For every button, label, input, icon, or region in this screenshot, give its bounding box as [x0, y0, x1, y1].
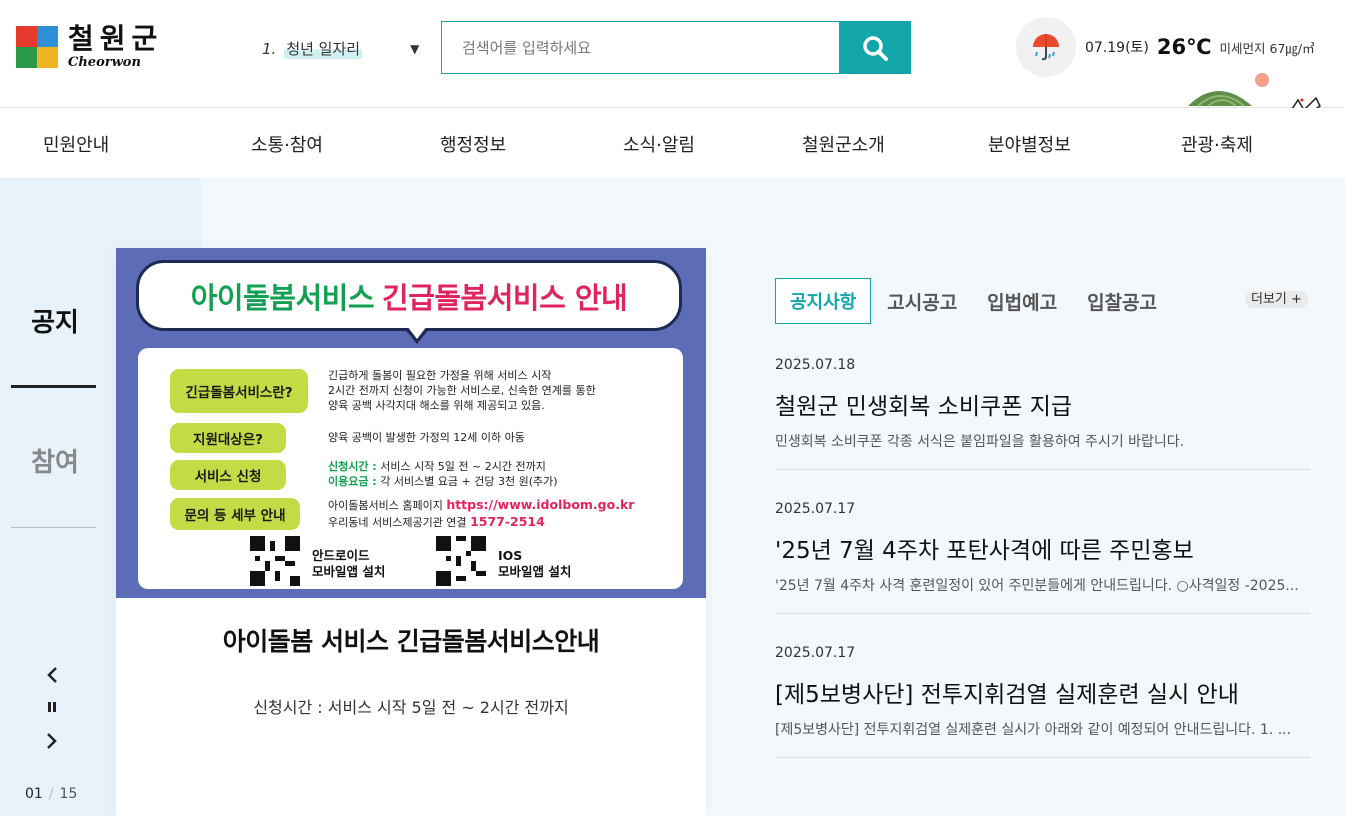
logo-english: Cheorwon [68, 55, 141, 70]
poster-row-label: 긴급돌봄서비스란? [170, 369, 308, 414]
qr-code-icon [250, 536, 300, 586]
poster-value: 서비스 시작 5일 전 ~ 2시간 전까지 [376, 460, 546, 474]
search-button[interactable] [839, 22, 910, 73]
notice-slide-card[interactable]: 아이돌봄서비스 긴급돌봄서비스 안내 긴급돌봄서비스란? 긴급하게 돌봄이 필요… [116, 248, 706, 816]
notice-date: 2025.07.18 [775, 357, 856, 373]
pager-total: 15 [59, 786, 78, 802]
chevron-right-icon [47, 733, 57, 749]
fine-dust-level: 미세먼지 67㎍/㎥ [1219, 40, 1315, 56]
poster-row-label: 지원대상은? [170, 423, 286, 453]
notice-summary: 민생회복 소비쿠폰 각종 서식은 붙임파일을 활용하여 주시기 바랍니다. [775, 434, 1185, 450]
weather-widget: 07.19(토) 26℃ 미세먼지 67㎍/㎥ [1016, 17, 1315, 77]
weather-date: 07.19(토) [1085, 40, 1149, 56]
poster-row-label: 문의 등 세부 안내 [170, 497, 300, 530]
qr-label-line: 모바일앱 설치 [312, 564, 386, 580]
divider [11, 527, 96, 528]
notice-date: 2025.07.17 [775, 645, 856, 661]
search-bar [441, 21, 911, 74]
poster-value: 각 서비스별 요금 + 건당 3천 원(추가) [376, 475, 558, 488]
next-slide-button[interactable] [40, 729, 64, 753]
logo[interactable]: 철원군 Cheorwon [14, 24, 163, 70]
active-tab-underline [11, 385, 96, 388]
notice-date: 2025.07.17 [775, 501, 856, 517]
popular-keyword[interactable]: 1. 청년 일자리 ▼ [262, 38, 419, 59]
poster-row: 지원대상은? 양육 공백이 발생한 가정의 12세 이하 아동 [170, 423, 525, 453]
weather-temperature: 26℃ [1156, 35, 1212, 59]
search-input[interactable] [442, 22, 839, 73]
poster-row-line: 양육 공백이 발생한 가정의 12세 이하 아동 [328, 430, 525, 444]
nav-item-about[interactable]: 철원군소개 [802, 131, 885, 157]
poster-key: 이용요금 : [328, 475, 377, 488]
main-nav: 민원안내 소통·참여 행정정보 소식·알림 철원군소개 분야별정보 관광·축제 [0, 108, 1345, 178]
poster-row: 긴급돌봄서비스란? 긴급하게 돌봄이 필요한 가정을 위해 서비스 시작 2시간… [170, 369, 596, 414]
pager-separator: / [48, 786, 54, 802]
notice-tabs: 공지사항 고시공고 입법예고 입찰공고 [775, 278, 1187, 324]
card-title[interactable]: 아이돌봄 서비스 긴급돌봄서비스안내 [116, 622, 706, 658]
nav-item-participation[interactable]: 소통·참여 [251, 131, 323, 157]
nav-item-news[interactable]: 소식·알림 [623, 131, 695, 157]
poster-panel: 긴급돌봄서비스란? 긴급하게 돌봄이 필요한 가정을 위해 서비스 시작 2시간… [138, 348, 683, 589]
tab-announcements[interactable]: 고시공고 [887, 288, 957, 315]
notice-title[interactable]: [제5보병사단] 전투지휘검열 실제훈련 실시 안내 [775, 675, 1310, 709]
pause-slide-button[interactable] [40, 695, 64, 719]
poster-headline-red: 긴급돌봄서비스 안내 [382, 280, 628, 315]
chevron-left-icon [47, 667, 57, 683]
more-button[interactable]: 더보기 + [1245, 291, 1308, 308]
pager-current: 01 [25, 786, 43, 802]
notice-item[interactable]: 2025.07.17 [제5보병사단] 전투지휘검열 실제훈련 실시 안내 [제… [775, 645, 1310, 758]
poster-row: 문의 등 세부 안내 아이돌봄서비스 홈페이지 https://www.idol… [170, 497, 634, 531]
logo-emblem [14, 24, 60, 70]
side-tab-notice[interactable]: 공지 [0, 302, 110, 339]
tab-bids[interactable]: 입찰공고 [1087, 288, 1157, 315]
prev-slide-button[interactable] [40, 663, 64, 687]
poster-key: 신청시간 : [328, 460, 377, 474]
caret-down-icon[interactable]: ▼ [410, 42, 419, 56]
notice-summary: '25년 7월 4주차 사격 훈련일정이 있어 주민분들에게 안내드립니다. ○… [775, 578, 1299, 594]
header: 철원군 Cheorwon 1. 청년 일자리 ▼ 07 [0, 0, 1345, 127]
keyword-text[interactable]: 청년 일자리 [284, 38, 363, 59]
notice-title[interactable]: '25년 7월 4주차 포탄사격에 따른 주민홍보 [775, 531, 1310, 565]
poster-phone: 1577-2514 [470, 513, 545, 529]
nav-item-tourism[interactable]: 관광·축제 [1181, 131, 1253, 157]
poster-row-line: 양육 공백 사각지대 해소를 위해 제공되고 있음. [328, 398, 545, 412]
notice-item[interactable]: 2025.07.18 철원군 민생회복 소비쿠폰 지급 민생회복 소비쿠폰 각종… [775, 357, 1310, 470]
speech-tail-inner [407, 326, 427, 339]
nav-item-fields[interactable]: 분야별정보 [988, 131, 1071, 157]
poster-headline-green: 아이돌봄서비스 [190, 280, 375, 315]
poster-image: 아이돌봄서비스 긴급돌봄서비스 안내 긴급돌봄서비스란? 긴급하게 돌봄이 필요… [116, 248, 706, 598]
tab-legislation[interactable]: 입법예고 [987, 288, 1057, 315]
notice-summary: [제5보병사단] 전투지휘검열 실제훈련 실시가 아래와 같이 예정되어 안내드… [775, 722, 1292, 738]
search-icon [862, 35, 888, 61]
side-tab-participation[interactable]: 참여 [0, 442, 110, 479]
nav-item-civil-service[interactable]: 민원안내 [43, 131, 109, 157]
notice-title[interactable]: 철원군 민생회복 소비쿠폰 지급 [775, 387, 1310, 421]
tab-notices[interactable]: 공지사항 [775, 278, 872, 324]
poster-row: 서비스 신청 신청시간 : 서비스 시작 5일 전 ~ 2시간 전까지 이용요금… [170, 460, 558, 490]
qr-label-line: 모바일앱 설치 [498, 564, 572, 580]
keyword-rank: 1. [262, 39, 277, 58]
poster-row-label: 서비스 신청 [170, 460, 286, 490]
pause-icon [48, 702, 56, 712]
qr-label-line: 안드로이드 [312, 548, 370, 563]
poster-row-line: 긴급하게 돌봄이 필요한 가정을 위해 서비스 시작 [328, 369, 552, 382]
card-subtitle: 신청시간 : 서비스 시작 5일 전 ~ 2시간 전까지 [253, 698, 569, 717]
umbrella-icon [1016, 17, 1076, 77]
qr-code-icon [436, 536, 486, 586]
nav-item-administration[interactable]: 행정정보 [440, 131, 506, 157]
logo-korean: 철원군 [68, 22, 164, 55]
notice-item[interactable]: 2025.07.17 '25년 7월 4주차 포탄사격에 따른 주민홍보 '25… [775, 501, 1310, 614]
poster-row-line: 2시간 전까지 신청이 가능한 서비스로, 신속한 연계를 통한 [328, 383, 596, 397]
qr-label-line: IOS [498, 548, 523, 563]
poster-url: https://www.idolbom.go.kr [446, 497, 635, 512]
poster-value: 우리동네 서비스제공기관 연결 [328, 515, 471, 529]
poster-value: 아이돌봄서비스 홈페이지 [328, 499, 447, 512]
slide-pager: 01 / 15 [25, 786, 77, 802]
poster-headline: 아이돌봄서비스 긴급돌봄서비스 안내 [136, 260, 682, 331]
